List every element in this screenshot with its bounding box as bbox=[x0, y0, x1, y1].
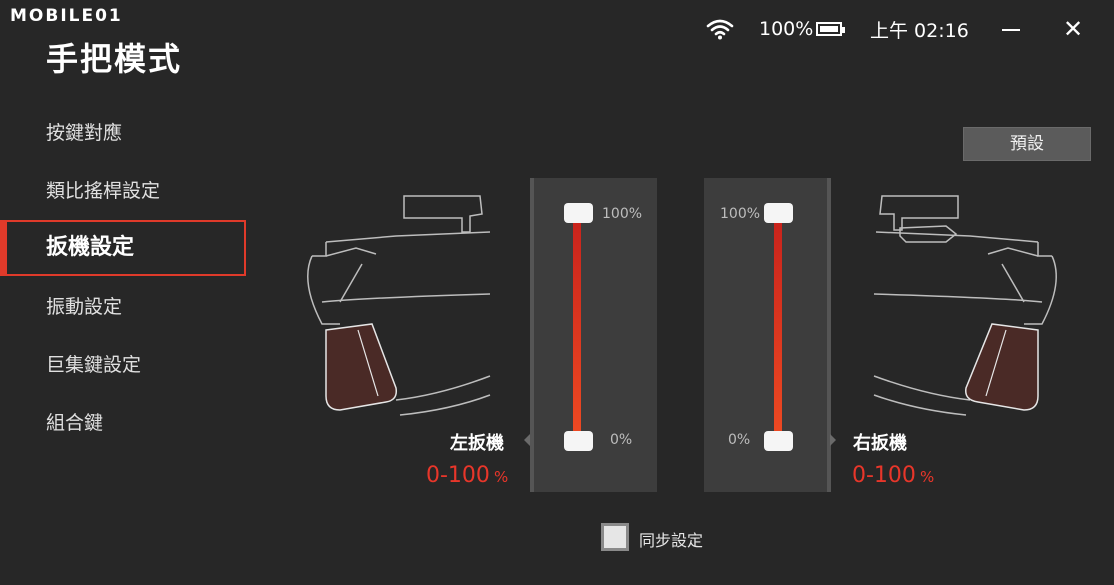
left-caret-icon bbox=[524, 434, 530, 446]
sidebar-item-label-active: 扳機設定 bbox=[46, 235, 135, 260]
wifi-icon bbox=[706, 14, 734, 44]
sidebar-item-vibration[interactable]: 振動設定 bbox=[46, 292, 122, 322]
left-trigger-panel bbox=[530, 178, 657, 492]
right-trigger-range-bar bbox=[774, 214, 782, 440]
left-trigger-range-unit: % bbox=[493, 468, 509, 486]
close-icon: ✕ bbox=[1062, 15, 1084, 43]
sidebar-item-combo-keys[interactable]: 組合鍵 bbox=[46, 408, 103, 438]
left-trigger-label: 左扳機 bbox=[450, 433, 504, 454]
left-trigger-bottom-tick: 0% bbox=[610, 432, 633, 448]
left-trigger-range-value: 0-100 bbox=[426, 463, 490, 488]
right-trigger-range: 0-100% bbox=[852, 463, 934, 488]
right-trigger-min-thumb[interactable] bbox=[764, 431, 793, 451]
sidebar-item-macro[interactable]: 巨集鍵設定 bbox=[46, 350, 141, 380]
right-trigger-range-value: 0-100 bbox=[852, 463, 916, 488]
minimize-button[interactable] bbox=[1002, 29, 1020, 31]
left-trigger-highlight bbox=[325, 323, 398, 411]
battery-percentage: 100% bbox=[759, 18, 814, 40]
sync-settings-checkbox[interactable] bbox=[601, 523, 629, 551]
battery-icon bbox=[816, 22, 845, 36]
right-controller-illustration bbox=[873, 195, 1057, 416]
right-trigger-label: 右扳機 bbox=[853, 433, 907, 454]
watermark-logo: MOBILE01 bbox=[10, 6, 123, 26]
clock: 上午 02:16 bbox=[870, 19, 969, 42]
right-trigger-highlight bbox=[965, 323, 1039, 411]
left-trigger-range: 0-100% bbox=[426, 463, 508, 488]
close-button[interactable]: ✕ bbox=[1062, 17, 1084, 41]
page-title: 手把模式 bbox=[46, 40, 183, 78]
sync-settings-label: 同步設定 bbox=[639, 531, 704, 550]
right-trigger-range-unit: % bbox=[919, 468, 935, 486]
right-trigger-top-tick: 100% bbox=[720, 206, 761, 222]
left-trigger-max-thumb[interactable] bbox=[564, 203, 593, 223]
right-trigger-bottom-tick: 0% bbox=[728, 432, 751, 448]
watermark-text: MOBILE01 bbox=[10, 6, 123, 26]
right-trigger-max-thumb[interactable] bbox=[764, 203, 793, 223]
left-trigger-range-bar bbox=[573, 214, 581, 440]
active-indicator bbox=[0, 220, 7, 276]
sidebar-item-analog-stick[interactable]: 類比搖桿設定 bbox=[46, 176, 160, 206]
left-trigger-top-tick: 100% bbox=[602, 206, 643, 222]
preset-button[interactable]: 預設 bbox=[963, 127, 1091, 161]
left-trigger-min-thumb[interactable] bbox=[564, 431, 593, 451]
sidebar-item-button-mapping[interactable]: 按鍵對應 bbox=[46, 118, 122, 148]
right-caret-icon bbox=[830, 434, 836, 446]
left-controller-illustration bbox=[307, 195, 491, 416]
